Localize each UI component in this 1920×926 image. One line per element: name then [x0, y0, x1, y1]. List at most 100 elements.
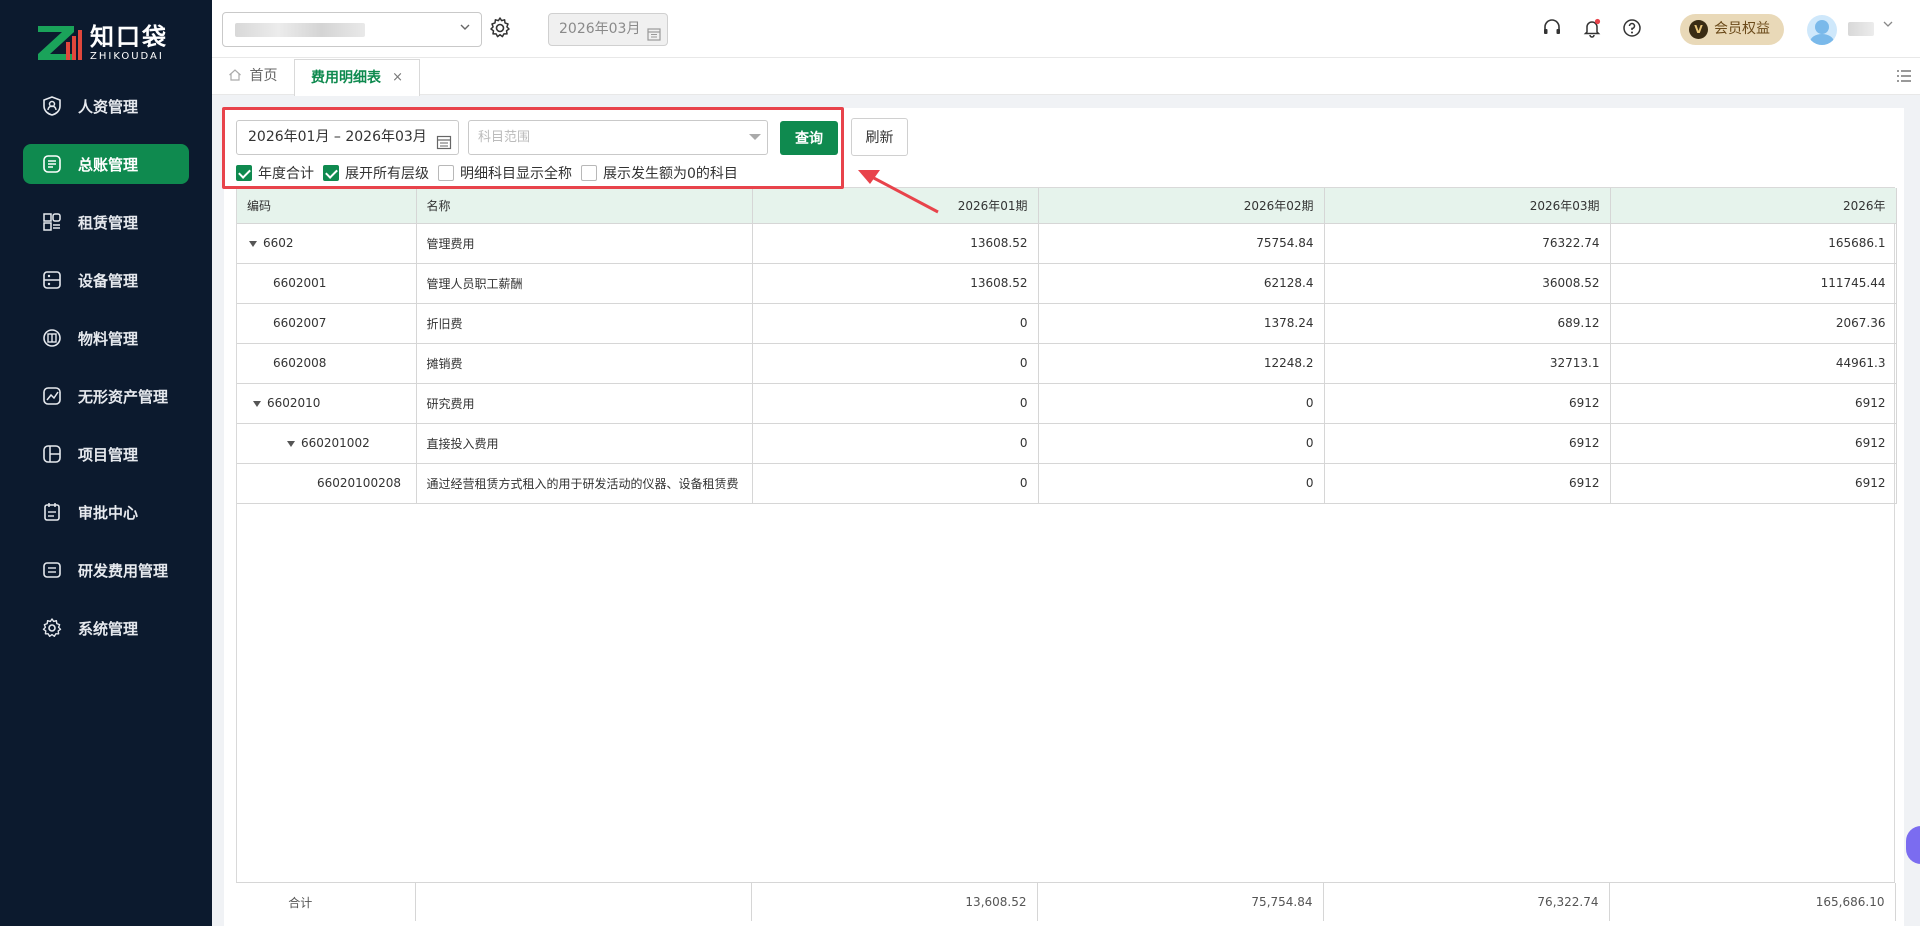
- column-header-name[interactable]: 名称: [416, 188, 753, 224]
- user-name-redacted[interactable]: [1848, 22, 1874, 36]
- cell-period-1: 0: [752, 343, 1039, 384]
- sidebar-item-3[interactable]: 设备管理: [23, 260, 189, 300]
- cell-code: 6602007: [237, 303, 417, 344]
- code-text: 6602: [263, 236, 294, 250]
- vip-label: 会员权益: [1714, 21, 1770, 37]
- sidebar-item-label: 总账管理: [78, 155, 139, 174]
- total-label: 合计: [236, 883, 416, 921]
- sidebar-item-label: 项目管理: [78, 445, 139, 464]
- company-name-redacted: [235, 23, 365, 37]
- table-row[interactable]: 6602001 管理人员职工薪酬 13608.52 62128.4 36008.52 11…: [237, 263, 1897, 304]
- sidebar-item-label: 系统管理: [78, 619, 139, 638]
- sidebar-item-8[interactable]: 研发费用管理: [23, 550, 189, 590]
- sidebar-item-0[interactable]: 人资管理: [23, 86, 189, 126]
- sidebar-item-label: 物料管理: [78, 329, 139, 348]
- sidebar-item-7[interactable]: 审批中心: [23, 492, 189, 532]
- cell-code: 66020100208: [237, 463, 417, 504]
- cell-period-3: 36008.52: [1324, 263, 1611, 304]
- expand-triangle-icon[interactable]: [249, 240, 257, 247]
- table-row[interactable]: 660201002 直接投入费用 0 0 6912 6912: [237, 423, 1897, 464]
- chat-widget-icon[interactable]: [1906, 826, 1920, 864]
- expense-detail-table: 编码 名称 2026年01期 2026年02期 2026年03期 2026年 6…: [236, 187, 1897, 920]
- cell-period-3: 76322.74: [1324, 223, 1611, 264]
- column-header-year[interactable]: 2026年: [1610, 188, 1897, 224]
- cell-period-1: 0: [752, 423, 1039, 464]
- close-tab-icon[interactable]: ×: [392, 60, 403, 96]
- table-row[interactable]: 6602008 摊销费 0 12248.2 32713.1 44961.3: [237, 343, 1897, 384]
- code-text: 660201002: [301, 436, 370, 450]
- project-icon: [41, 443, 63, 465]
- column-header-code[interactable]: 编码: [237, 188, 417, 224]
- code-text: 6602008: [273, 356, 327, 370]
- gear-icon: [41, 617, 63, 639]
- lease-icon: [41, 211, 63, 233]
- refresh-button[interactable]: 刷新: [851, 118, 908, 156]
- tab-list-menu-icon[interactable]: [1896, 68, 1912, 84]
- sidebar-item-label: 租赁管理: [78, 213, 139, 232]
- sidebar-item-label: 研发费用管理: [78, 561, 169, 580]
- cell-period-2: 62128.4: [1038, 263, 1325, 304]
- settings-gear-icon[interactable]: [488, 16, 514, 42]
- sidebar-item-9[interactable]: 系统管理: [23, 608, 189, 648]
- total-name-cell: [415, 883, 752, 921]
- sidebar-item-label: 人资管理: [78, 97, 139, 116]
- sidebar-item-label: 审批中心: [78, 503, 139, 522]
- cell-period-2: 1378.24: [1038, 303, 1325, 344]
- vip-badge-icon: V: [1689, 20, 1708, 39]
- cell-period-3: 6912: [1324, 463, 1611, 504]
- sidebar-item-4[interactable]: 物料管理: [23, 318, 189, 358]
- total-period-2: 75,754.84: [1037, 883, 1324, 921]
- material-icon: [41, 327, 63, 349]
- table-row[interactable]: 6602 管理费用 13608.52 75754.84 76322.74 165686.1: [237, 223, 1897, 264]
- cell-year: 2067.36: [1610, 303, 1897, 344]
- table-row[interactable]: 6602007 折旧费 0 1378.24 689.12 2067.36: [237, 303, 1897, 344]
- intangible-asset-icon: [41, 385, 63, 407]
- cell-period-3: 6912: [1324, 423, 1611, 464]
- headset-icon[interactable]: [1542, 18, 1564, 40]
- company-select[interactable]: [222, 12, 482, 47]
- cell-name: 通过经营租赁方式租入的用于研发活动的仪器、设备租赁费: [416, 463, 753, 504]
- tab-expense-detail[interactable]: 费用明细表 ×: [294, 59, 420, 96]
- table-row[interactable]: 66020100208 通过经营租赁方式租入的用于研发活动的仪器、设备租赁费 0 0 6…: [237, 463, 1897, 504]
- sidebar: 知口袋 ZHIKOUDAI 人资管理总账管理租赁管理设备管理物料管理无形资产管理…: [0, 0, 212, 926]
- user-avatar[interactable]: [1807, 15, 1837, 45]
- cell-period-1: 0: [752, 463, 1039, 504]
- cell-period-3: 6912: [1324, 383, 1611, 424]
- cell-period-2: 0: [1038, 423, 1325, 464]
- user-menu-chevron-icon[interactable]: [1882, 18, 1894, 33]
- page-tabs: 首页 费用明细表 ×: [212, 58, 1920, 96]
- device-icon: [41, 269, 63, 291]
- highlight-box: [222, 107, 844, 189]
- sidebar-item-5[interactable]: 无形资产管理: [23, 376, 189, 416]
- brand-name-en: ZHIKOUDAI: [90, 51, 164, 62]
- current-month-picker[interactable]: 2026年03月: [548, 13, 668, 46]
- sidebar-item-label: 设备管理: [78, 271, 139, 290]
- cell-code: 6602008: [237, 343, 417, 384]
- sidebar-item-6[interactable]: 项目管理: [23, 434, 189, 474]
- brand-logo[interactable]: 知口袋 ZHIKOUDAI: [36, 22, 168, 66]
- expand-triangle-icon[interactable]: [253, 400, 261, 407]
- tab-home[interactable]: 首页: [228, 58, 277, 95]
- help-question-icon[interactable]: [1622, 18, 1644, 40]
- sidebar-item-1[interactable]: 总账管理: [23, 144, 189, 184]
- column-header-period-3[interactable]: 2026年03期: [1324, 188, 1611, 224]
- vip-benefits-button[interactable]: V 会员权益: [1680, 14, 1784, 45]
- cell-period-2: 0: [1038, 463, 1325, 504]
- column-header-period-2[interactable]: 2026年02期: [1038, 188, 1325, 224]
- cell-name: 折旧费: [416, 303, 753, 344]
- ledger-icon: [41, 153, 63, 175]
- total-year: 165,686.10: [1609, 883, 1896, 921]
- bell-notification-icon[interactable]: [1582, 18, 1604, 40]
- table-header-row: 编码 名称 2026年01期 2026年02期 2026年03期 2026年: [237, 188, 1897, 224]
- expand-triangle-icon[interactable]: [287, 440, 295, 447]
- current-month-value: 2026年03月: [559, 21, 641, 37]
- cell-name: 研究费用: [416, 383, 753, 424]
- person-badge-icon: [41, 95, 63, 117]
- table-row[interactable]: 6602010 研究费用 0 0 6912 6912: [237, 383, 1897, 424]
- cell-year: 111745.44: [1610, 263, 1897, 304]
- cell-period-1: 13608.52: [752, 263, 1039, 304]
- cell-year: 6912: [1610, 423, 1897, 464]
- sidebar-item-2[interactable]: 租赁管理: [23, 202, 189, 242]
- cell-code: 6602010: [237, 383, 417, 424]
- code-text: 66020100208: [317, 476, 401, 490]
